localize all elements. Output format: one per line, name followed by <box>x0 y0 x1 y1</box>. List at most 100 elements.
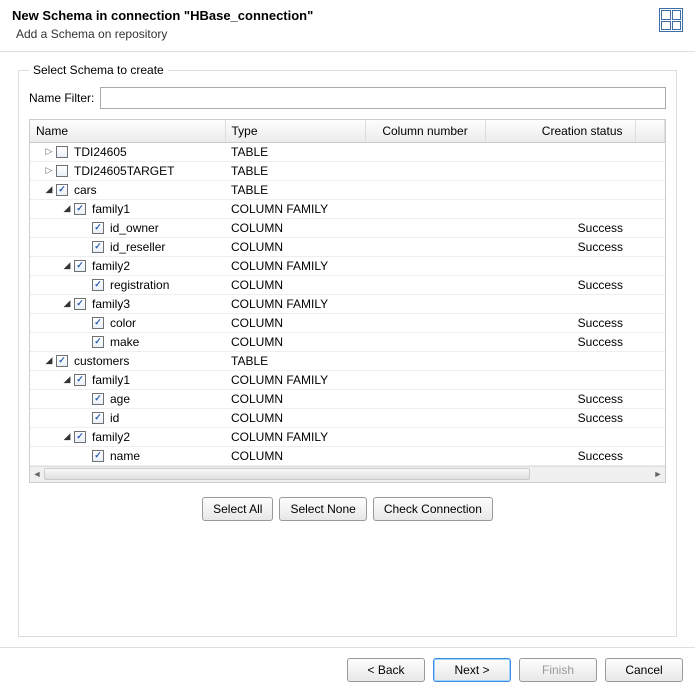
col-colnum[interactable]: Column number <box>365 120 485 142</box>
row-colnum <box>365 237 485 256</box>
row-type: COLUMN <box>225 218 365 237</box>
row-colnum <box>365 313 485 332</box>
row-type: COLUMN <box>225 332 365 351</box>
col-name[interactable]: Name <box>30 120 225 142</box>
row-name: id_reseller <box>110 240 165 254</box>
row-checkbox[interactable] <box>92 241 104 253</box>
chevron-down-icon[interactable]: ◢ <box>62 375 72 385</box>
check-connection-button[interactable]: Check Connection <box>373 497 493 521</box>
row-colnum <box>365 427 485 446</box>
row-checkbox[interactable] <box>74 374 86 386</box>
row-type: COLUMN FAMILY <box>225 199 365 218</box>
row-type: COLUMN <box>225 408 365 427</box>
table-row[interactable]: ◢ family2 COLUMN FAMILY <box>30 427 665 446</box>
chevron-right-icon[interactable]: ▷ <box>44 166 54 176</box>
row-type: COLUMN <box>225 313 365 332</box>
row-type: COLUMN FAMILY <box>225 427 365 446</box>
table-row[interactable]: id_resellerCOLUMNSuccess <box>30 237 665 256</box>
chevron-down-icon[interactable]: ◢ <box>62 432 72 442</box>
row-checkbox[interactable] <box>56 184 68 196</box>
chevron-down-icon[interactable]: ◢ <box>62 299 72 309</box>
chevron-down-icon[interactable]: ◢ <box>44 356 54 366</box>
table-row[interactable]: ◢customersTABLE <box>30 351 665 370</box>
row-type: COLUMN <box>225 389 365 408</box>
col-type[interactable]: Type <box>225 120 365 142</box>
chevron-down-icon[interactable]: ◢ <box>62 261 72 271</box>
scroll-left-icon[interactable]: ◄ <box>30 469 44 479</box>
col-status[interactable]: Creation status <box>485 120 635 142</box>
row-colnum <box>365 370 485 389</box>
group-label: Select Schema to create <box>29 63 168 77</box>
table-row[interactable]: ◢family3COLUMN FAMILY <box>30 294 665 313</box>
row-checkbox[interactable] <box>74 298 86 310</box>
chevron-down-icon[interactable]: ◢ <box>44 185 54 195</box>
row-status <box>485 370 635 389</box>
page-title: New Schema in connection "HBase_connecti… <box>12 8 659 23</box>
table-row[interactable]: make COLUMN Success <box>30 332 665 351</box>
row-checkbox[interactable] <box>92 279 104 291</box>
table-row[interactable]: colorCOLUMNSuccess <box>30 313 665 332</box>
chevron-right-icon[interactable]: ▷ <box>44 147 54 157</box>
row-checkbox[interactable] <box>92 336 104 348</box>
row-status: Success <box>485 313 635 332</box>
row-type: COLUMN FAMILY <box>225 256 365 275</box>
row-status: Success <box>485 332 635 351</box>
chevron-down-icon[interactable]: ◢ <box>62 204 72 214</box>
table-icon <box>659 8 683 32</box>
row-checkbox[interactable] <box>74 260 86 272</box>
next-button[interactable]: Next > <box>433 658 511 682</box>
table-row[interactable]: ▷TDI24605TABLE <box>30 142 665 161</box>
table-row[interactable]: registrationCOLUMNSuccess <box>30 275 665 294</box>
row-name: id_owner <box>110 221 159 235</box>
row-status: Success <box>485 446 635 465</box>
scroll-right-icon[interactable]: ► <box>651 469 665 479</box>
row-checkbox[interactable] <box>92 317 104 329</box>
row-checkbox[interactable] <box>56 165 68 177</box>
row-checkbox[interactable] <box>56 355 68 367</box>
row-name: make <box>110 335 139 349</box>
scroll-track[interactable] <box>44 467 651 481</box>
table-header-row: Name Type Column number Creation status <box>30 120 665 142</box>
filter-row: Name Filter: <box>29 87 666 109</box>
scroll-thumb[interactable] <box>44 468 530 480</box>
cancel-button[interactable]: Cancel <box>605 658 683 682</box>
table-row[interactable]: ◢ family1 COLUMN FAMILY <box>30 199 665 218</box>
wizard-header: New Schema in connection "HBase_connecti… <box>0 0 695 52</box>
row-checkbox[interactable] <box>74 431 86 443</box>
table-row[interactable]: nameCOLUMNSuccess <box>30 446 665 465</box>
row-checkbox[interactable] <box>92 450 104 462</box>
row-name: family1 <box>92 202 130 216</box>
row-checkbox[interactable] <box>92 412 104 424</box>
row-name: family2 <box>92 259 130 273</box>
row-status <box>485 256 635 275</box>
table-row[interactable]: ◢ family2 COLUMN FAMILY <box>30 256 665 275</box>
table-row[interactable]: ageCOLUMNSuccess <box>30 389 665 408</box>
col-spacer <box>635 120 665 142</box>
row-name: customers <box>74 354 129 368</box>
table-row[interactable]: id_ownerCOLUMNSuccess <box>30 218 665 237</box>
row-status <box>485 180 635 199</box>
row-type: COLUMN <box>225 275 365 294</box>
name-filter-input[interactable] <box>100 87 666 109</box>
table-row[interactable]: idCOLUMNSuccess <box>30 408 665 427</box>
row-status <box>485 351 635 370</box>
row-checkbox[interactable] <box>74 203 86 215</box>
row-colnum <box>365 218 485 237</box>
filter-label: Name Filter: <box>29 91 94 105</box>
row-checkbox[interactable] <box>92 222 104 234</box>
table-row[interactable]: ◢carsTABLE <box>30 180 665 199</box>
row-name: family3 <box>92 297 130 311</box>
select-none-button[interactable]: Select None <box>279 497 366 521</box>
row-colnum <box>365 294 485 313</box>
horizontal-scrollbar[interactable]: ◄ ► <box>30 466 665 482</box>
row-colnum <box>365 256 485 275</box>
row-colnum <box>365 351 485 370</box>
table-row[interactable]: ▷TDI24605TARGETTABLE <box>30 161 665 180</box>
row-name: family2 <box>92 430 130 444</box>
table-row[interactable]: ◢family1COLUMN FAMILY <box>30 370 665 389</box>
back-button[interactable]: < Back <box>347 658 425 682</box>
row-name: id <box>110 411 119 425</box>
row-checkbox[interactable] <box>92 393 104 405</box>
select-all-button[interactable]: Select All <box>202 497 273 521</box>
row-checkbox[interactable] <box>56 146 68 158</box>
